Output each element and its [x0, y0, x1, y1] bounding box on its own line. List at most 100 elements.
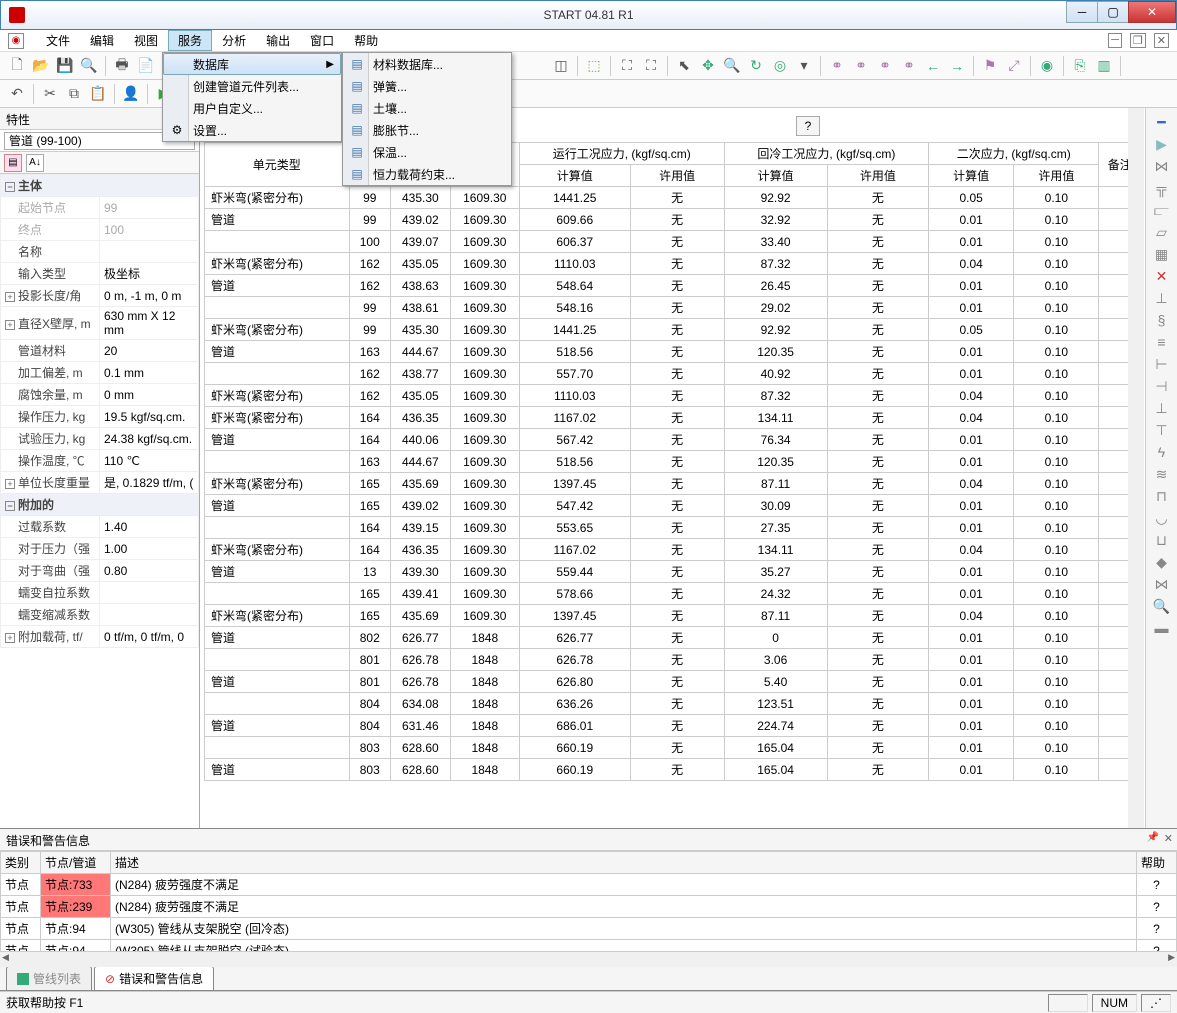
- print-preview-icon[interactable]: 📄: [135, 55, 157, 77]
- col-subheader[interactable]: 许用值: [630, 165, 724, 187]
- prop-group[interactable]: −主体: [1, 175, 199, 197]
- table-row[interactable]: 管道13439.301609.30559.44无35.27无0.010.10: [205, 561, 1141, 583]
- prop-value[interactable]: 0 mm: [100, 384, 199, 406]
- table-row[interactable]: 虾米弯(紧密分布)162435.051609.301110.03无87.32无0…: [205, 385, 1141, 407]
- menu-帮助[interactable]: 帮助: [344, 30, 388, 51]
- col-header-group[interactable]: 运行工况应力, (kgf/sq.cm): [519, 143, 724, 165]
- stress-results-table[interactable]: 单元类型节点cm)运行工况应力, (kgf/sq.cm)回冷工况应力, (kgf…: [204, 142, 1141, 781]
- db-item-3[interactable]: ▤膨胀节...: [343, 119, 511, 141]
- services-item-3[interactable]: ⚙设置...: [163, 119, 341, 141]
- prop-value[interactable]: 是, 0.1829 tf/m, (: [100, 472, 199, 494]
- db-item-1[interactable]: ▤弹簧...: [343, 75, 511, 97]
- open-icon[interactable]: 📂: [30, 55, 52, 77]
- side-tee-icon[interactable]: ╦: [1151, 178, 1173, 198]
- table-row[interactable]: 162438.771609.30557.70无40.92无0.010.10: [205, 363, 1141, 385]
- error-help-button[interactable]: ?: [1137, 918, 1177, 940]
- menu-输出[interactable]: 输出: [256, 30, 300, 51]
- table-row[interactable]: 管道164440.061609.30567.42无76.34无0.010.10: [205, 429, 1141, 451]
- fwd-icon[interactable]: →: [946, 55, 968, 77]
- side-guide2-icon[interactable]: ⊣: [1151, 376, 1173, 396]
- prop-value[interactable]: 99: [100, 197, 199, 219]
- link1-icon[interactable]: ⚭: [826, 55, 848, 77]
- menu-编辑[interactable]: 编辑: [80, 30, 124, 51]
- table-row[interactable]: 管道99439.021609.30609.66无32.92无0.010.10: [205, 209, 1141, 231]
- table-row[interactable]: 管道804631.461848686.01无224.74无0.010.10: [205, 715, 1141, 737]
- menu-窗口[interactable]: 窗口: [300, 30, 344, 51]
- col-subheader[interactable]: 计算值: [929, 165, 1014, 187]
- vertical-scrollbar[interactable]: [1128, 108, 1144, 828]
- help-button[interactable]: ?: [796, 116, 820, 136]
- tab-pipe-list[interactable]: 管线列表: [6, 966, 92, 990]
- db-item-4[interactable]: ▤保温...: [343, 141, 511, 163]
- prop-value[interactable]: 100: [100, 219, 199, 241]
- services-item-1[interactable]: 创建管道元件列表...: [163, 75, 341, 97]
- prop-value[interactable]: 0.80: [100, 560, 199, 582]
- menu-视图[interactable]: 视图: [124, 30, 168, 51]
- table-row[interactable]: 803628.601848660.19无165.04无0.010.10: [205, 737, 1141, 759]
- services-item-0[interactable]: 数据库▶: [163, 53, 341, 75]
- tool-b-icon[interactable]: ◫: [550, 55, 572, 77]
- col-subheader[interactable]: 许用值: [827, 165, 928, 187]
- copy-icon[interactable]: ⧉: [63, 83, 85, 105]
- table-row[interactable]: 虾米弯(紧密分布)99435.301609.301441.25无92.92无0.…: [205, 319, 1141, 341]
- table-row[interactable]: 804634.081848636.26无123.51无0.010.10: [205, 693, 1141, 715]
- errors-hscrollbar[interactable]: [0, 951, 1177, 967]
- tool-cube-icon[interactable]: ⬚: [583, 55, 605, 77]
- side-pipe-icon[interactable]: ━: [1151, 112, 1173, 132]
- table-row[interactable]: 虾米弯(紧密分布)164436.351609.301167.02无134.11无…: [205, 407, 1141, 429]
- prop-value[interactable]: 19.5 kgf/sq.cm.: [100, 406, 199, 428]
- err-col-header[interactable]: 类别: [1, 852, 41, 874]
- errors-close-icon[interactable]: ✕: [1164, 832, 1173, 845]
- col-header-group[interactable]: 二次应力, (kgf/sq.cm): [929, 143, 1099, 165]
- side-rest-icon[interactable]: ◡: [1151, 508, 1173, 528]
- table-row[interactable]: 虾米弯(紧密分布)165435.691609.301397.45无87.11无0…: [205, 473, 1141, 495]
- side-anchor-icon[interactable]: ⊥: [1151, 288, 1173, 308]
- table-row[interactable]: 虾米弯(紧密分布)99435.301609.301441.25无92.92无0.…: [205, 187, 1141, 209]
- table-row[interactable]: 虾米弯(紧密分布)162435.051609.301110.03无87.32无0…: [205, 253, 1141, 275]
- prop-group[interactable]: −附加的: [1, 494, 199, 516]
- side-zoom-icon[interactable]: 🔍: [1151, 596, 1173, 616]
- marker-icon[interactable]: ◉: [1036, 55, 1058, 77]
- mdi-restore-icon[interactable]: ❐: [1130, 33, 1146, 48]
- new-icon[interactable]: 🗋: [6, 55, 28, 77]
- print-icon[interactable]: 🖶: [111, 55, 133, 77]
- flag-icon[interactable]: ⚑: [979, 55, 1001, 77]
- prop-value[interactable]: 0 tf/m, 0 tf/m, 0: [100, 626, 199, 648]
- table-row[interactable]: 虾米弯(紧密分布)164436.351609.301167.02无134.11无…: [205, 539, 1141, 561]
- link2-icon[interactable]: ⚭: [850, 55, 872, 77]
- property-grid[interactable]: −主体起始节点99终点100名称输入类型极坐标+投影长度/角0 m, -1 m,…: [0, 174, 199, 828]
- mdi-close-icon[interactable]: ✕: [1154, 33, 1169, 48]
- db-item-0[interactable]: ▤材料数据库...: [343, 53, 511, 75]
- side-play-icon[interactable]: ▶: [1151, 134, 1173, 154]
- side-flange-icon[interactable]: ⫍: [1151, 200, 1173, 220]
- services-dropdown[interactable]: 数据库▶创建管道元件列表...用户自定义...⚙设置...: [162, 52, 342, 142]
- table-row[interactable]: 100439.071609.30606.37无33.40无0.010.10: [205, 231, 1141, 253]
- table-row[interactable]: 虾米弯(紧密分布)165435.691609.301397.45无87.11无0…: [205, 605, 1141, 627]
- side-guide1-icon[interactable]: ⊢: [1151, 354, 1173, 374]
- link4-icon[interactable]: ⚭: [898, 55, 920, 77]
- side-support2-icon[interactable]: ⊤: [1151, 420, 1173, 440]
- zoom-icon[interactable]: 🔍: [721, 55, 743, 77]
- save-icon[interactable]: 💾: [54, 55, 76, 77]
- err-col-header[interactable]: 描述: [111, 852, 1137, 874]
- orbit-icon[interactable]: ◎: [769, 55, 791, 77]
- col-subheader[interactable]: 计算值: [519, 165, 630, 187]
- error-help-button[interactable]: ?: [1137, 874, 1177, 896]
- err-col-header[interactable]: 帮助: [1137, 852, 1177, 874]
- err-col-header[interactable]: 节点/管道: [41, 852, 111, 874]
- side-bars-icon[interactable]: ≡: [1151, 332, 1173, 352]
- table-row[interactable]: 管道803628.601848660.19无165.04无0.010.10: [205, 759, 1141, 781]
- sort-alpha-icon[interactable]: A↓: [26, 154, 44, 172]
- chart-icon[interactable]: ▥: [1093, 55, 1115, 77]
- selector-icon[interactable]: ⬉: [673, 55, 695, 77]
- prop-value[interactable]: [100, 604, 199, 626]
- side-node-icon[interactable]: ◆: [1151, 552, 1173, 572]
- side-damper-icon[interactable]: ≋: [1151, 464, 1173, 484]
- back-icon[interactable]: ←: [922, 55, 944, 77]
- close-button[interactable]: ✕: [1128, 1, 1176, 23]
- maximize-button[interactable]: ▢: [1097, 1, 1129, 23]
- side-support1-icon[interactable]: ⊥: [1151, 398, 1173, 418]
- error-row[interactable]: 节点节点:94(W305) 管线从支架脱空 (试验态)?: [1, 940, 1177, 952]
- col-subheader[interactable]: 计算值: [724, 165, 827, 187]
- side-limit-icon[interactable]: ⊔: [1151, 530, 1173, 550]
